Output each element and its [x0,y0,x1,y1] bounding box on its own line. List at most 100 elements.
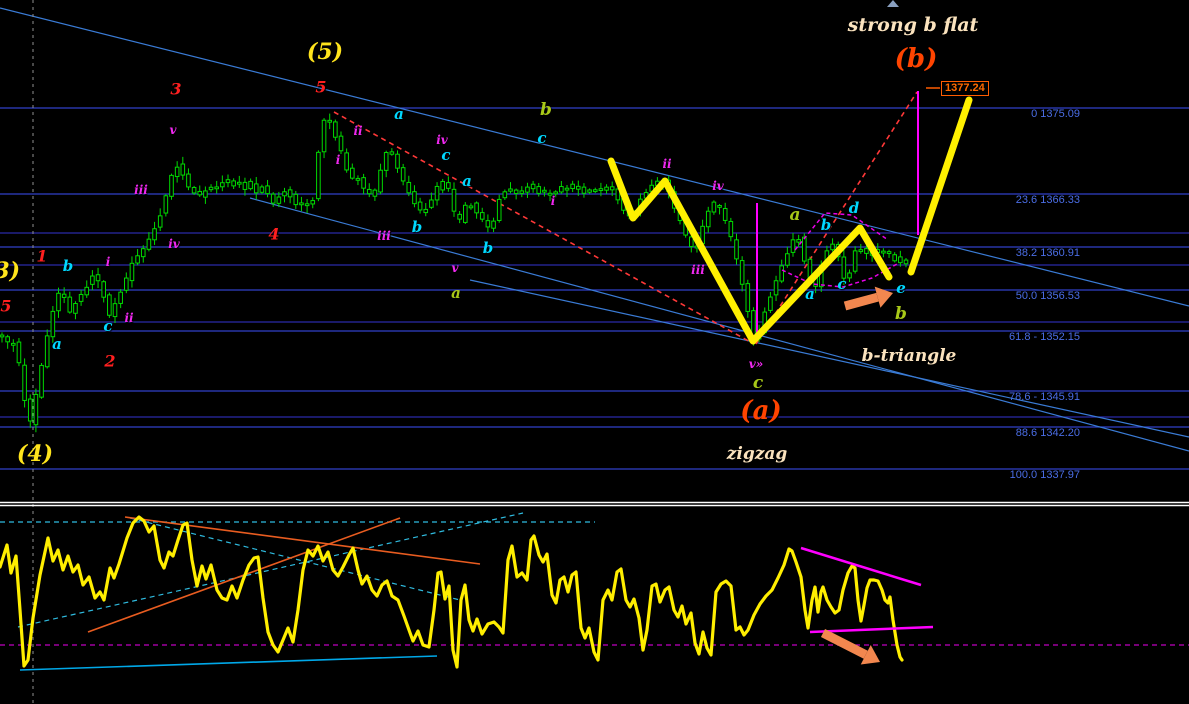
orange-arrow-indicator [820,628,868,659]
candle-body [90,275,95,285]
candle-body [406,181,412,194]
candle-body [474,202,479,214]
candle-body [745,283,751,312]
candle-body [225,179,231,184]
candle-body [129,262,135,282]
candle-body [299,202,304,206]
candle-body [468,205,474,209]
candle-body [598,188,604,192]
candle-body [84,286,90,296]
candle-body [508,188,513,192]
candle-body [463,204,468,223]
candle-body [564,187,570,191]
candle-body [773,280,779,296]
candle-body [366,188,372,195]
candle-body [191,187,197,194]
candle-body [321,119,327,153]
candle-body [350,167,355,179]
candle-body [423,208,429,214]
candle-body [344,152,349,171]
candle-body [304,203,310,207]
candle-body [434,185,440,201]
candle-body [559,186,564,193]
candle-body [864,248,869,254]
candle-body [333,121,338,138]
candle-body [547,192,553,196]
candle-body [587,189,592,193]
candle-body [536,186,542,194]
candle-body [886,251,892,254]
candle-body [197,190,203,196]
candle-body [163,195,169,214]
candle-body [790,239,796,253]
indicator-cyan-trendline [129,517,461,601]
top-arrow-marker [887,0,899,7]
candle-body [16,341,22,364]
candle-body [27,398,33,422]
candle-body [78,293,84,302]
candle-body [417,201,423,211]
candle-body [0,334,5,338]
candle-body [440,180,445,191]
candle-body [282,191,287,197]
candle-body [881,250,886,254]
candle-body [214,186,219,190]
candle-body [310,200,316,205]
candle-body [276,196,282,204]
candle-body [338,135,344,152]
candle-body [383,152,389,171]
chart-canvas[interactable] [0,0,1189,704]
candle-body [208,186,214,191]
candle-body [717,204,722,208]
candle-body [592,189,598,193]
candle-body [361,177,366,189]
candle-body [479,212,485,220]
candle-body [852,250,858,272]
candle-body [248,180,253,190]
candle-body [898,256,903,264]
candle-body [44,335,50,368]
candle-body [50,310,56,338]
candle-body [11,342,16,346]
candle-body [73,303,78,314]
candle-body [107,294,112,316]
candle-body [609,186,615,191]
candle-body [502,191,508,199]
candle-body [327,119,332,123]
candle-body [570,183,575,190]
candle-body [451,188,457,212]
candle-body [604,186,609,191]
candle-body [140,248,146,258]
candle-body [220,182,225,188]
candle-body [378,169,383,193]
candle-body [259,186,265,193]
candle-body [858,249,864,253]
candle-body [847,272,852,279]
candle-body [355,177,361,181]
candle-body [101,281,107,298]
candle-body [491,220,496,229]
candle-body [519,190,525,194]
candle-body [841,256,847,279]
candle-body [903,259,909,265]
candle-body [67,296,73,313]
candle-body [722,208,728,221]
candle-body [372,189,378,197]
candle-body [711,201,717,213]
candle-body [496,198,502,221]
orange-arrow-main [843,292,879,311]
price-tag: 1377.24 [941,81,989,96]
candle-body [779,265,785,282]
candle-body [152,228,157,241]
candle-body [576,185,581,190]
candle-body [203,190,208,198]
candle-body [186,173,191,188]
candle-body [112,303,118,318]
trend-line [469,279,1189,438]
candle-body [265,185,270,195]
candle-body [242,181,248,190]
candle-body [316,151,321,200]
trend-line [249,197,1189,452]
candle-body [135,255,140,264]
candle-body [270,193,276,204]
